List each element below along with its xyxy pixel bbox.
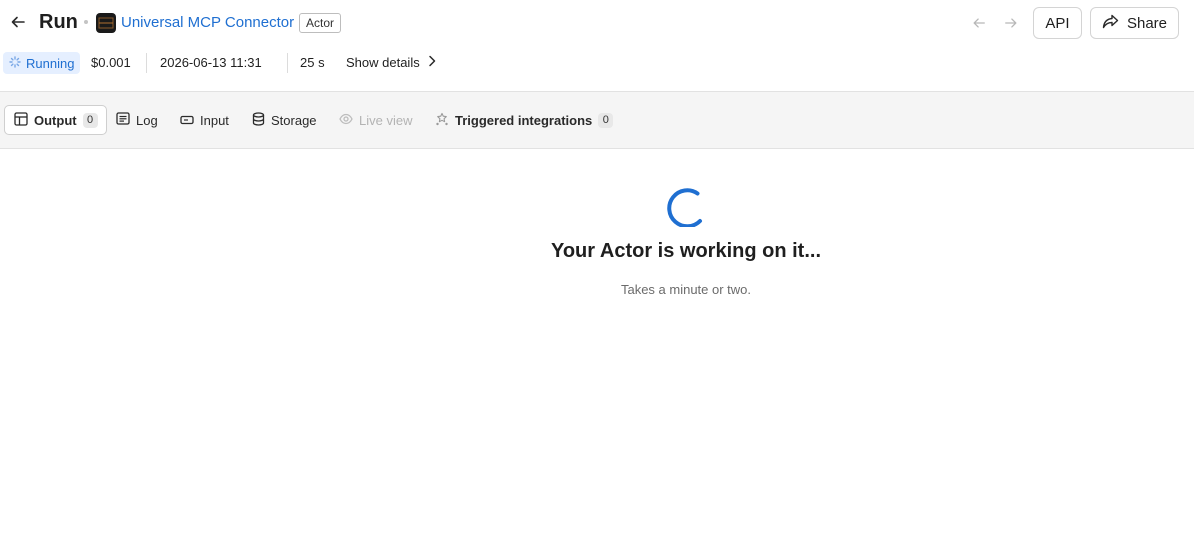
input-icon (180, 113, 194, 128)
tab-storage[interactable]: Storage (252, 105, 317, 135)
integrations-icon (435, 112, 449, 129)
tab-triggered-integrations-label: Triggered integrations (455, 112, 593, 128)
actor-name-link[interactable]: Universal MCP Connector (121, 14, 294, 31)
next-run-arrow-icon[interactable] (1001, 13, 1021, 33)
running-spinner-icon (9, 55, 21, 71)
run-cost: $0.001 (91, 55, 131, 70)
show-details-button[interactable]: Show details (346, 55, 436, 70)
previous-run-arrow-icon[interactable] (969, 13, 989, 33)
run-tabs: Output 0 Log Input Storage Live view Tri… (0, 91, 1194, 149)
output-panel: Your Actor is working on it... Takes a m… (0, 150, 1194, 556)
actor-logo-icon[interactable] (96, 13, 116, 33)
run-start-time: 2026-06-13 11:31 (160, 55, 262, 70)
page-title: Run (39, 11, 78, 33)
share-button[interactable]: Share (1090, 7, 1179, 39)
tab-triggered-integrations[interactable]: Triggered integrations 0 (435, 105, 614, 135)
tab-storage-label: Storage (271, 112, 317, 128)
integrations-count-badge: 0 (598, 112, 614, 128)
actor-type-badge: Actor (299, 13, 342, 33)
divider (146, 53, 147, 73)
tab-output[interactable]: Output 0 (4, 105, 107, 135)
api-button[interactable]: API (1033, 7, 1082, 39)
status-badge: Running (3, 52, 81, 74)
tab-log[interactable]: Log (116, 105, 158, 135)
run-status-bar: Running $0.001 2026-06-13 11:31 25 s Sho… (0, 50, 1194, 76)
show-details-label: Show details (346, 55, 420, 70)
eye-icon (339, 113, 353, 128)
loading-heading: Your Actor is working on it... (550, 240, 821, 262)
tab-live-view-label: Live view (359, 112, 413, 128)
chevron-right-icon (428, 55, 436, 70)
back-arrow-icon[interactable] (8, 12, 28, 32)
status-label: Running (26, 55, 75, 71)
api-button-label: API (1045, 14, 1070, 32)
divider (287, 53, 288, 73)
run-duration: 25 s (300, 55, 325, 70)
share-button-label: Share (1126, 14, 1168, 32)
tab-live-view: Live view (339, 105, 412, 135)
output-count-badge: 0 (82, 112, 98, 128)
loading-spinner-icon (664, 185, 706, 229)
tab-log-label: Log (136, 112, 158, 128)
share-icon (1102, 14, 1119, 33)
tab-output-label: Output (34, 112, 77, 128)
loading-subtext: Takes a minute or two. (620, 282, 752, 297)
tab-input-label: Input (200, 112, 229, 128)
database-icon (252, 111, 265, 129)
table-icon (14, 111, 28, 129)
tab-input[interactable]: Input (180, 105, 229, 135)
log-icon (116, 112, 130, 128)
title-separator (84, 20, 88, 24)
run-header: Run Universal MCP Connector Actor API Sh… (0, 0, 1194, 46)
